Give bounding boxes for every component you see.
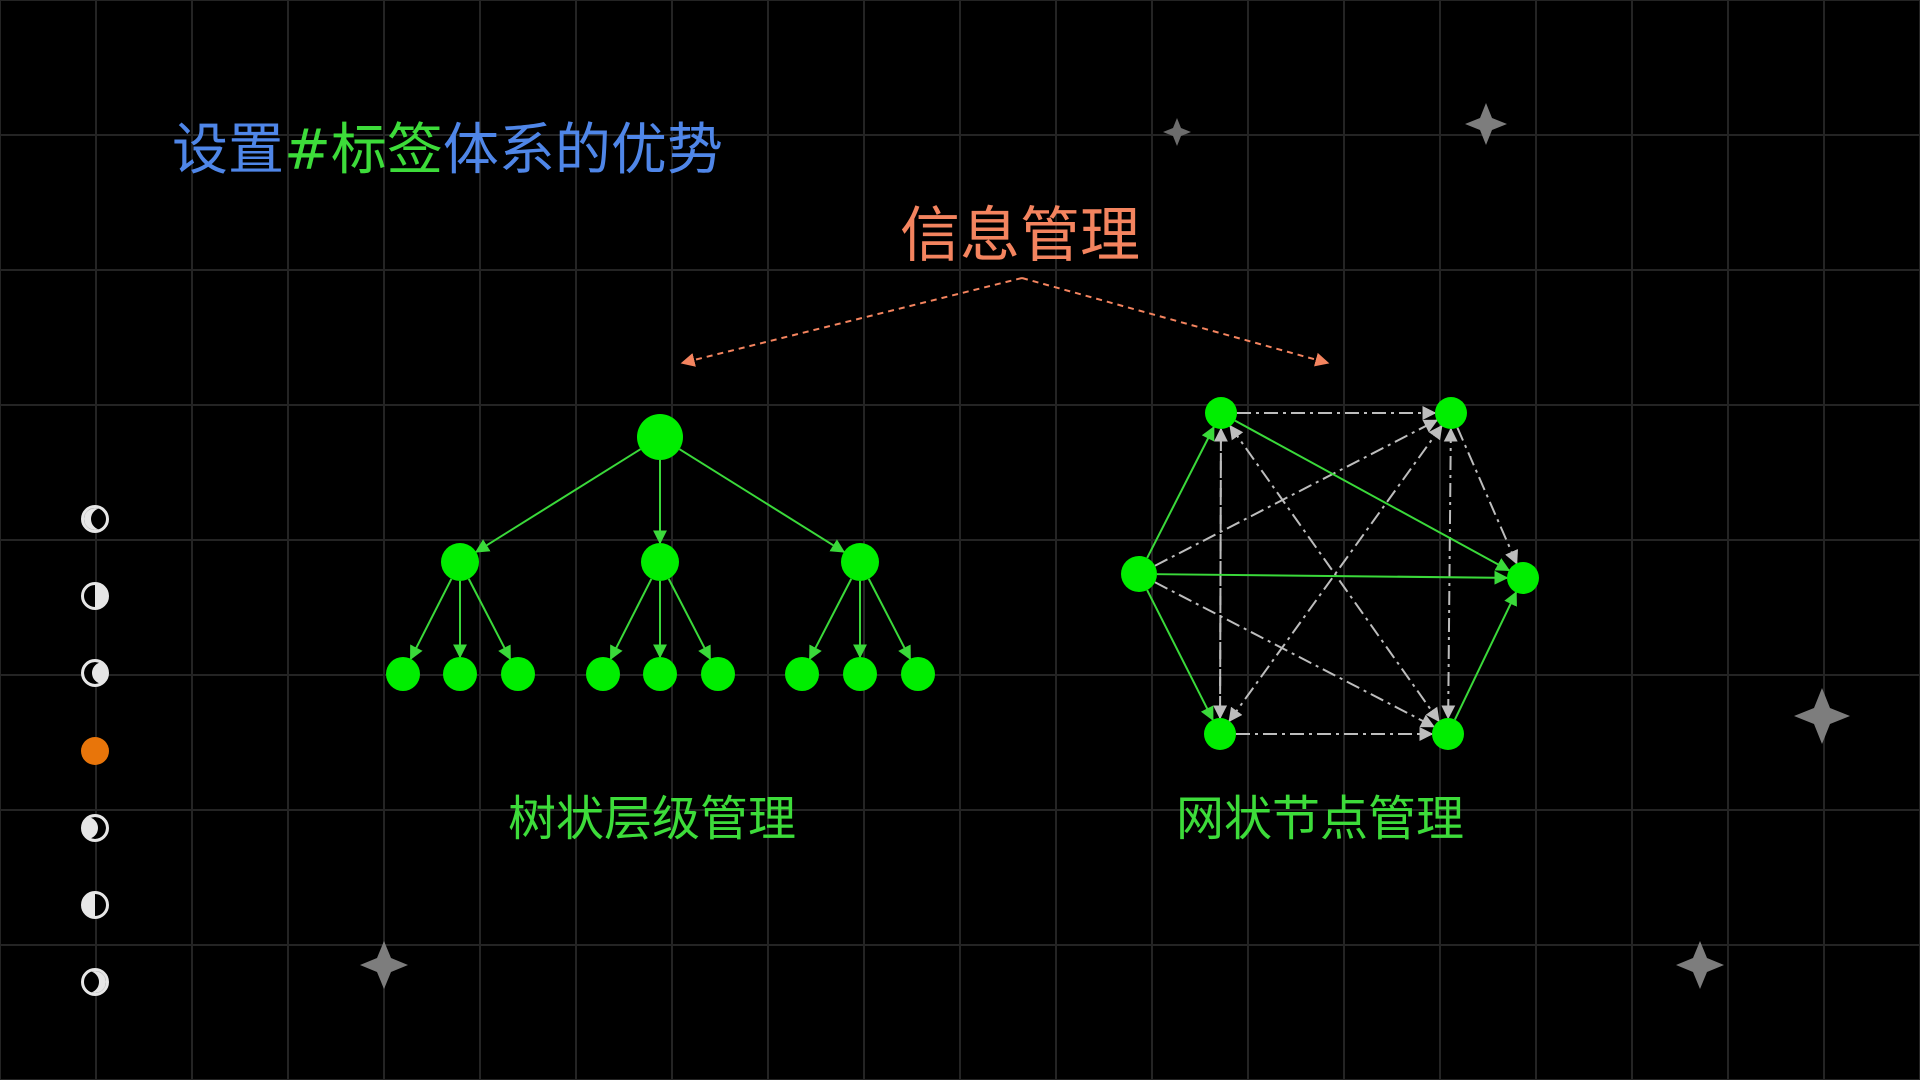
mesh-dashed-edge: [1456, 427, 1518, 565]
moon-phase-half-icon[interactable]: [81, 891, 109, 919]
slide-canvas: 设置#标签体系的优势 信息管理 树状层级管理 网状节点管理: [0, 0, 1920, 1080]
management-diagram: [360, 103, 1850, 989]
tree-leaf-node: [501, 657, 535, 691]
tree-leaf-node: [901, 657, 935, 691]
tree-edge: [867, 578, 912, 661]
mesh-node: [1435, 397, 1467, 429]
mesh-node: [1507, 562, 1539, 594]
tree-branch-node: [641, 543, 679, 581]
mesh-edge: [1146, 589, 1214, 721]
mesh-edge: [1234, 419, 1511, 572]
tree-leaf-node: [785, 657, 819, 691]
mesh-dashed-edge: [1441, 427, 1458, 720]
tree-leaf-node: [701, 657, 735, 691]
info-arrow-to-tree: [680, 277, 1023, 367]
tree-leaf-node: [643, 657, 677, 691]
mesh-diagram: [1121, 397, 1539, 750]
mesh-node: [1204, 718, 1236, 750]
mesh-node: [1205, 397, 1237, 429]
mesh-edge: [1156, 570, 1509, 585]
info-arrow-to-mesh: [1021, 277, 1330, 367]
tree-edge: [667, 578, 712, 661]
moon-phase-full-icon-active[interactable]: [81, 737, 109, 765]
mesh-edge: [1146, 426, 1215, 559]
sparkle-icon: [1676, 941, 1724, 989]
tree-leaf-node: [843, 657, 877, 691]
tree-edge: [808, 578, 853, 661]
tree-edge: [467, 578, 512, 661]
sparkle-icon: [1465, 103, 1507, 145]
tree-leaf-node: [386, 657, 420, 691]
tree-edge: [678, 448, 846, 553]
tree-root-node: [637, 414, 683, 460]
mesh-dashed-edge: [1228, 424, 1443, 723]
moon-phase-gibbous-icon[interactable]: [81, 659, 109, 687]
tree-branch-node: [441, 543, 479, 581]
mesh-edge: [1454, 591, 1517, 721]
tree-leaf-node: [586, 657, 620, 691]
mesh-node: [1121, 556, 1157, 592]
tree-edge: [409, 578, 453, 661]
decorative-stars: [360, 103, 1850, 989]
tree-leaf-node: [443, 657, 477, 691]
tree-edge: [474, 448, 642, 553]
tree-edge: [609, 578, 653, 661]
info-branch-arrows: [680, 277, 1330, 367]
sparkle-icon: [360, 941, 408, 989]
moon-phase-half-icon[interactable]: [81, 582, 109, 610]
moon-phase-crescent-icon[interactable]: [81, 968, 109, 996]
tree-branch-node: [841, 543, 879, 581]
sparkle-icon: [1794, 688, 1850, 744]
moon-phase-crescent-icon[interactable]: [81, 505, 109, 533]
tree-diagram: [386, 414, 935, 691]
moon-phase-gibbous-icon[interactable]: [81, 814, 109, 842]
mesh-node: [1432, 718, 1464, 750]
tree-hierarchy-label: 树状层级管理: [508, 791, 797, 847]
mesh-node-label: 网状节点管理: [1176, 791, 1465, 847]
sparkle-icon: [1163, 118, 1191, 146]
